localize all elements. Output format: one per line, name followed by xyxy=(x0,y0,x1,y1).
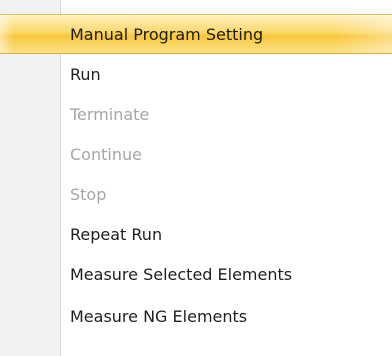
context-menu: Manual Program Setting Run Terminate Con… xyxy=(0,0,392,356)
menu-item-label: Repeat Run xyxy=(70,225,163,244)
menu-item-stop: Stop xyxy=(0,175,392,215)
menu-item-repeat-run[interactable]: Repeat Run xyxy=(0,215,392,255)
menu-item-label: Measure Selected Elements xyxy=(70,265,293,284)
menu-item-label: Run xyxy=(70,65,101,84)
menu-item-label: Measure NG Elements xyxy=(70,307,248,326)
menu-item-measure-ng-elements[interactable]: Measure NG Elements xyxy=(0,297,392,337)
menu-item-run[interactable]: Run xyxy=(0,55,392,95)
menu-item-highlight-right-fade xyxy=(332,15,392,53)
menu-item-highlight-left-fade xyxy=(0,15,14,53)
menu-item-terminate: Terminate xyxy=(0,95,392,135)
menu-item-measure-selected-elements[interactable]: Measure Selected Elements xyxy=(0,255,392,295)
menu-item-label: Terminate xyxy=(70,105,150,124)
menu-item-label: Continue xyxy=(70,145,142,164)
menu-item-continue: Continue xyxy=(0,135,392,175)
menu-item-manual-program-setting[interactable]: Manual Program Setting xyxy=(0,14,392,54)
menu-item-label: Stop xyxy=(70,185,107,204)
menu-item-label: Manual Program Setting xyxy=(70,25,264,44)
